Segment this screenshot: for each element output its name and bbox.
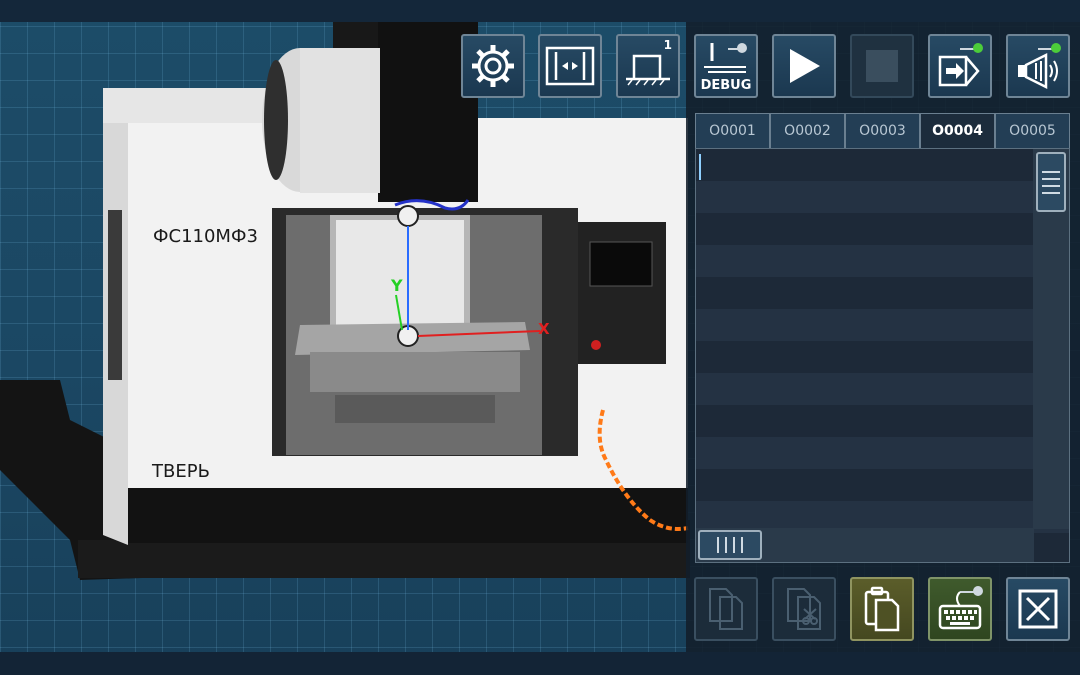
- vertical-scrollbar[interactable]: [1033, 149, 1069, 529]
- stop-icon: [866, 50, 898, 82]
- tab-o0003[interactable]: O0003: [845, 113, 920, 148]
- gear-icon: [472, 45, 514, 87]
- settings-button[interactable]: [461, 34, 525, 98]
- input-icon: [938, 43, 983, 87]
- program-editor[interactable]: [695, 148, 1070, 563]
- horizontal-scroll-thumb[interactable]: [698, 530, 762, 560]
- cut-icon: [787, 588, 821, 630]
- stop-button[interactable]: [850, 34, 914, 98]
- play-icon: [790, 49, 820, 83]
- sound-button[interactable]: [1006, 34, 1070, 98]
- program-tabs: O0001 O0002 O0003 O0004 O0005: [695, 113, 1070, 148]
- horizontal-scrollbar[interactable]: [696, 528, 1034, 562]
- megaphone-icon: [1018, 43, 1061, 90]
- debug-icon: [704, 43, 747, 73]
- paste-button[interactable]: [850, 577, 914, 641]
- tab-o0001[interactable]: O0001: [695, 113, 770, 148]
- copy-button[interactable]: [694, 577, 758, 641]
- paste-icon: [864, 586, 900, 632]
- close-icon: [1018, 589, 1058, 629]
- tab-o0002[interactable]: O0002: [770, 113, 845, 148]
- copy-icon: [709, 588, 743, 630]
- fixture-icon: [545, 46, 595, 86]
- cut-button[interactable]: [772, 577, 836, 641]
- debug-label: DEBUG: [700, 78, 752, 93]
- keyboard-icon: [938, 586, 983, 630]
- workpiece-count: 1: [663, 38, 672, 52]
- tab-o0004[interactable]: O0004: [920, 113, 995, 148]
- machine-model-label: ФС110МФ3: [153, 226, 258, 247]
- input-button[interactable]: [928, 34, 992, 98]
- keyboard-button[interactable]: [928, 577, 992, 641]
- debug-button[interactable]: DEBUG: [694, 34, 758, 98]
- tab-o0005[interactable]: O0005: [995, 113, 1070, 148]
- fixture-button[interactable]: [538, 34, 602, 98]
- axis-x-label: X: [538, 320, 550, 338]
- text-cursor: [699, 154, 701, 180]
- axis-y-label: Y: [391, 276, 403, 295]
- close-button[interactable]: [1006, 577, 1070, 641]
- run-button[interactable]: [772, 34, 836, 98]
- workpiece-button[interactable]: 1: [616, 34, 680, 98]
- machine-city-label: ТВЕРЬ: [152, 461, 210, 482]
- vertical-scroll-thumb[interactable]: [1036, 152, 1066, 212]
